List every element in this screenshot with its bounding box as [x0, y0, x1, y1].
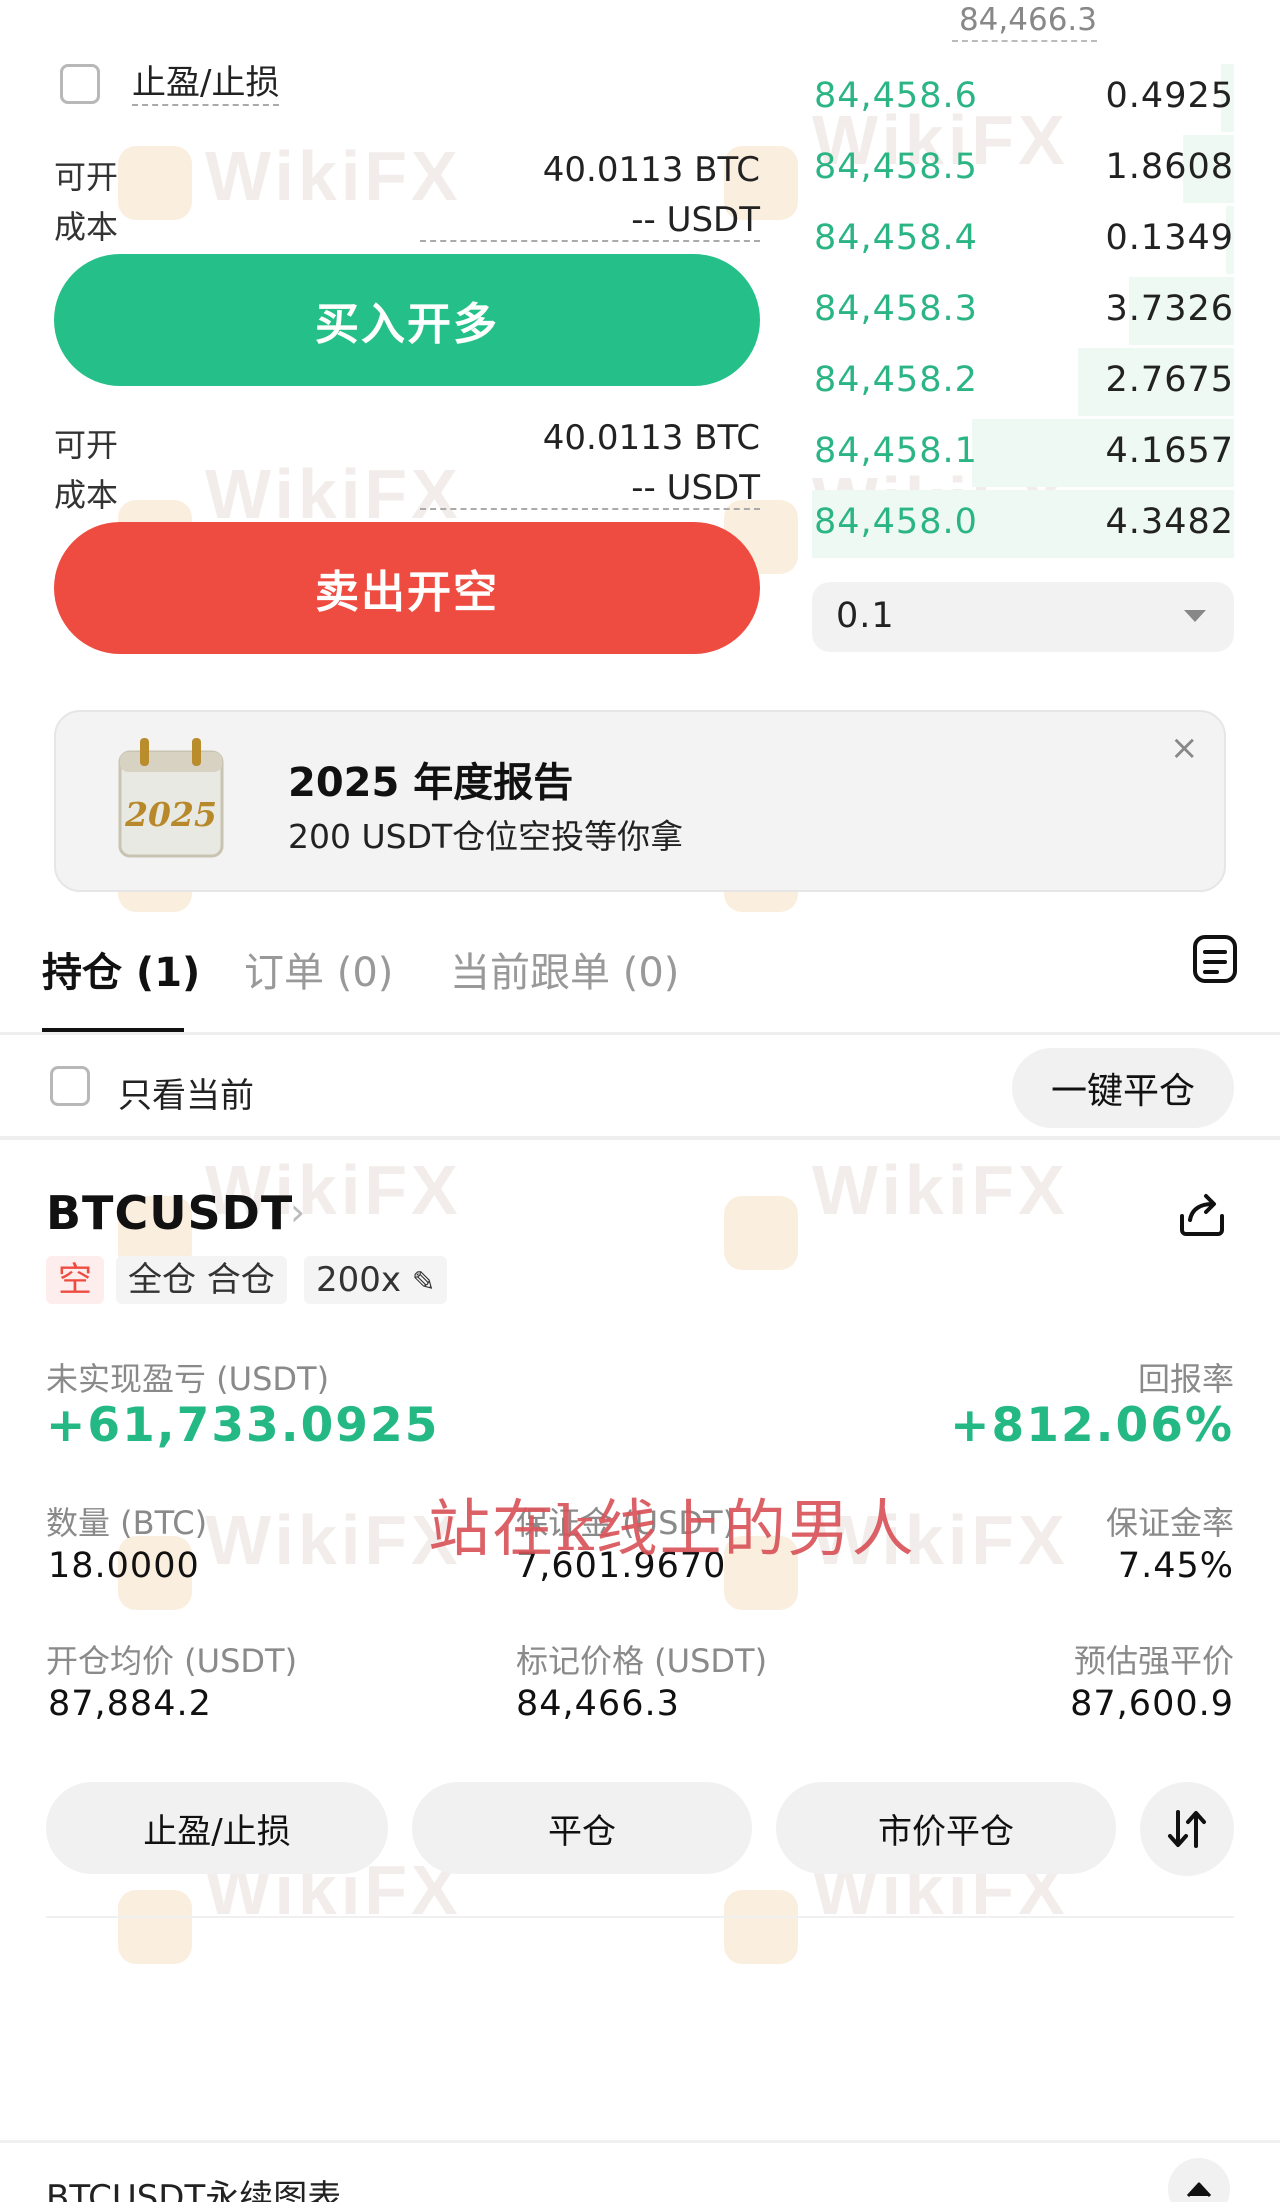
side-tag: 空: [46, 1256, 104, 1304]
watermark-logo: [724, 1890, 798, 1964]
unrealized-pnl: +61,733.0925: [46, 1398, 440, 1453]
only-current-checkbox[interactable]: [50, 1066, 90, 1106]
tab-orders[interactable]: 订单 (0): [244, 940, 393, 998]
watermark-text: WikiFX: [205, 1501, 462, 1579]
close-position-button[interactable]: 平仓: [412, 1782, 752, 1874]
buy-long-button[interactable]: 买入开多: [54, 254, 760, 386]
share-icon[interactable]: [1176, 1190, 1228, 1238]
quantity-label: 数量 (BTC): [46, 1504, 208, 1542]
mark-price-label: 标记价格 (USDT): [516, 1642, 768, 1680]
precision-select[interactable]: 0.1: [812, 582, 1234, 652]
caret-down-icon: [1184, 610, 1206, 622]
orderbook-price: 84,458.6: [814, 76, 978, 116]
orderbook-qty: 1.8608: [1105, 147, 1234, 187]
bottom-divider: [0, 2140, 1280, 2143]
perpetual-chart-title[interactable]: BTCUSDT永续图表: [46, 2170, 341, 2202]
sell-available-value: 40.0113 BTC: [542, 418, 760, 458]
margin-rate-label: 保证金率: [1105, 1504, 1234, 1542]
return-rate: +812.06%: [950, 1398, 1234, 1453]
buy-cost-label: 成本: [54, 208, 119, 246]
close-icon[interactable]: ×: [1170, 728, 1199, 768]
liq-price-value: 87,600.9: [1070, 1684, 1234, 1724]
sell-available-label: 可开: [54, 426, 119, 464]
leverage-tag[interactable]: 200x ✎: [304, 1256, 448, 1304]
orderbook-price: 84,458.3: [814, 289, 978, 329]
notes-icon[interactable]: [1192, 934, 1238, 984]
calendar-2025-icon: 2025: [118, 738, 224, 858]
orderbook-qty: 2.7675: [1105, 360, 1234, 400]
liq-price-label: 预估强平价: [1073, 1642, 1234, 1680]
orderbook-price: 84,458.0: [814, 502, 978, 542]
precision-value: 0.1: [836, 596, 895, 636]
orderbook-qty: 4.3482: [1105, 502, 1234, 542]
margin-mode-tag: 全仓 合仓: [116, 1256, 287, 1304]
leverage-value: 200x: [316, 1260, 402, 1300]
orderbook-row[interactable]: 84,458.1 4.1657: [812, 419, 1234, 487]
orderbook-row[interactable]: 84,458.5 1.8608: [812, 135, 1234, 203]
orderbook-price: 84,458.5: [814, 147, 978, 187]
tp-sl-button[interactable]: 止盈/止损: [46, 1782, 388, 1874]
tab-copy-trading[interactable]: 当前跟单 (0): [450, 940, 679, 998]
market-close-button[interactable]: 市价平仓: [776, 1782, 1116, 1874]
orderbook-qty: 0.1349: [1105, 218, 1234, 258]
orderbook-price: 84,458.4: [814, 218, 978, 258]
tabs-divider: [0, 1032, 1280, 1035]
banner-title: 2025 年度报告: [288, 760, 574, 806]
section-divider: [0, 1136, 1280, 1140]
watermark-logo: [118, 146, 192, 220]
entry-price-value: 87,884.2: [48, 1684, 212, 1724]
orderbook-row[interactable]: 84,458.6 0.4925: [812, 64, 1234, 132]
quantity-value: 18.0000: [48, 1546, 200, 1586]
mark-price-value: 84,466.3: [516, 1684, 680, 1724]
sell-short-button[interactable]: 卖出开空: [54, 522, 760, 654]
orderbook-price: 84,458.1: [814, 431, 978, 471]
tp-sl-label[interactable]: 止盈/止损: [132, 62, 280, 106]
orderbook-qty: 4.1657: [1105, 431, 1234, 471]
last-price[interactable]: 84,466.3: [952, 0, 1097, 42]
position-symbol[interactable]: BTCUSDT: [46, 1186, 293, 1240]
buy-available-label: 可开: [54, 158, 119, 196]
overlay-annotation: 站在k线上的男人: [428, 1492, 916, 1565]
orderbook-price: 84,458.2: [814, 360, 978, 400]
pnl-label: 未实现盈亏 (USDT): [46, 1360, 330, 1398]
orderbook-row[interactable]: 84,458.4 0.1349: [812, 206, 1234, 274]
edit-icon: ✎: [411, 1265, 436, 1298]
orderbook-qty: 0.4925: [1105, 76, 1234, 116]
only-current-label[interactable]: 只看当前: [118, 1068, 254, 1117]
swap-arrows-icon[interactable]: [1140, 1782, 1234, 1876]
banner-subtitle: 200 USDT仓位空投等你拿: [288, 817, 684, 856]
watermark-logo: [724, 1196, 798, 1270]
close-all-button[interactable]: 一键平仓: [1012, 1048, 1234, 1128]
entry-price-label: 开仓均价 (USDT): [46, 1642, 298, 1680]
chevron-right-icon[interactable]: ›: [290, 1190, 305, 1234]
orderbook-row[interactable]: 84,458.0 4.3482: [812, 490, 1234, 558]
tab-positions[interactable]: 持仓 (1): [42, 940, 200, 998]
chevron-up-icon[interactable]: [1168, 2158, 1230, 2202]
card-divider: [46, 1916, 1234, 1918]
buy-cost-value: -- USDT: [420, 200, 760, 242]
sell-cost-label: 成本: [54, 476, 119, 514]
buy-available-value: 40.0113 BTC: [542, 150, 760, 190]
watermark-logo: [118, 1890, 192, 1964]
orderbook-row[interactable]: 84,458.3 3.7326: [812, 277, 1234, 345]
watermark-text: WikiFX: [812, 1151, 1069, 1229]
tp-sl-checkbox[interactable]: [60, 64, 100, 104]
orderbook-row[interactable]: 84,458.2 2.7675: [812, 348, 1234, 416]
sell-cost-value: -- USDT: [420, 468, 760, 510]
roe-label: 回报率: [1137, 1360, 1234, 1398]
calendar-2025-label: 2025: [124, 795, 217, 834]
orderbook-qty: 3.7326: [1105, 289, 1234, 329]
margin-rate-value: 7.45%: [1117, 1546, 1234, 1586]
